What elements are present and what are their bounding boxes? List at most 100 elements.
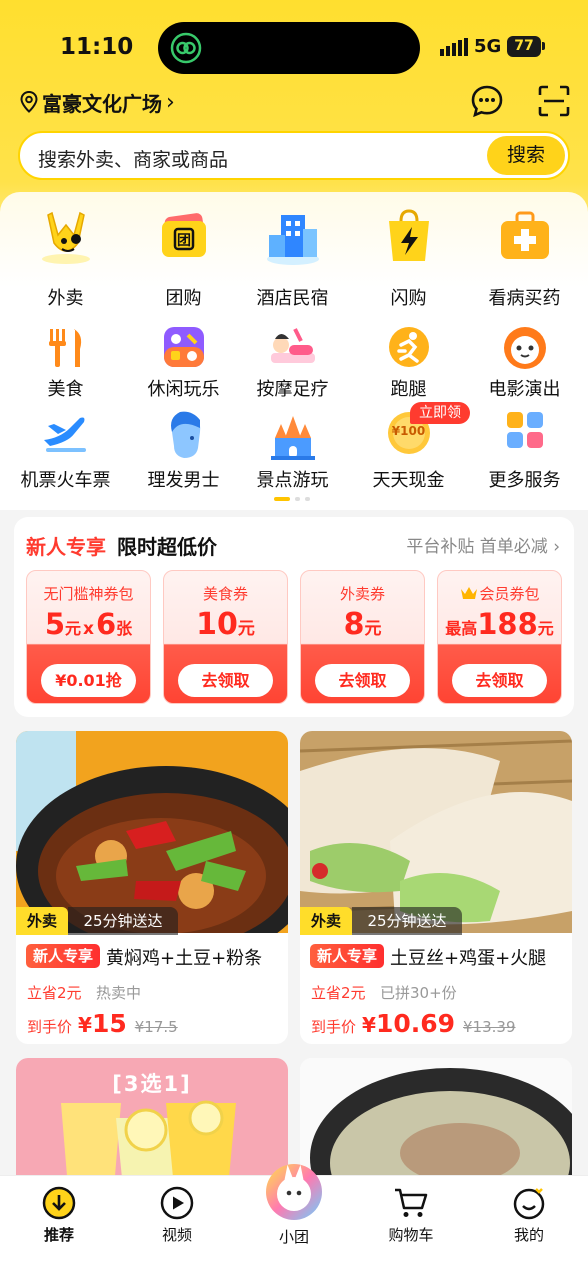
coupon-value: 10元 xyxy=(164,607,287,642)
feed-card[interactable] xyxy=(300,1058,572,1188)
coupon-amount: 8 xyxy=(343,607,365,642)
coupon-amount: 5 xyxy=(44,607,65,641)
medicine-icon xyxy=(495,207,555,271)
saving-text: 立省2元 xyxy=(27,984,82,1002)
category-movie[interactable]: 电影演出 xyxy=(466,325,583,401)
search-bar[interactable]: 搜索外卖、商家或商品 搜索 xyxy=(18,131,570,180)
promo-more-link[interactable]: 平台补贴 首单必减 › xyxy=(406,532,560,557)
promo-title-red: 新人专享 xyxy=(26,535,106,559)
status-time: 11:10 xyxy=(60,34,134,60)
video-icon xyxy=(160,1186,194,1220)
coupon-unit: 元 xyxy=(364,619,382,639)
category-leisure[interactable]: 休闲玩乐 xyxy=(125,325,242,401)
tab-label: 小团 xyxy=(278,1228,309,1246)
promo-more-text: 平台补贴 首单必减 xyxy=(406,537,548,557)
coupon-unit: 元 xyxy=(537,619,554,638)
category-label: 按摩足疗 xyxy=(256,379,329,400)
tab-cart[interactable]: 购物车 xyxy=(371,1186,451,1245)
category-takeout-mascot[interactable]: 外卖 xyxy=(7,207,124,310)
coupon-claim-button[interactable]: 去领取 xyxy=(315,664,410,697)
delivery-type-tag: 外卖 xyxy=(300,907,352,935)
cart-icon xyxy=(395,1188,428,1217)
coupon-card[interactable]: 无门槛神券包 5元 x6张 ¥0.01抢 xyxy=(26,570,151,704)
delivery-time-tag: 25分钟送达 xyxy=(68,907,178,935)
tab-profile[interactable]: 我的 xyxy=(489,1186,569,1245)
sales-status: 已拼30+份 xyxy=(380,984,457,1002)
coupon-claim-button[interactable]: 去领取 xyxy=(178,664,273,697)
scan-icon[interactable] xyxy=(537,84,571,118)
signal-icon xyxy=(440,38,468,56)
battery-level: 77 xyxy=(507,36,541,57)
coupon-unit: 元 xyxy=(65,619,82,638)
category-flight[interactable]: 机票火车票 xyxy=(7,410,124,492)
tab-recommend[interactable]: 推荐 xyxy=(19,1186,99,1245)
category-haircut[interactable]: 理发男士 xyxy=(125,410,242,492)
coupon-amount: 10 xyxy=(196,607,238,642)
tab-label: 购物车 xyxy=(388,1226,434,1244)
category-food[interactable]: 美食 xyxy=(7,325,124,401)
coupon-title: 外卖券 xyxy=(339,585,385,603)
category-label: 天天现金 xyxy=(372,470,445,491)
newbie-badge: 新人专享 xyxy=(26,944,100,968)
takeout-mascot-icon xyxy=(36,207,96,271)
message-icon[interactable] xyxy=(470,84,504,118)
category-errand[interactable]: 跑腿 xyxy=(350,325,467,401)
bundle-overlay: [3选1] xyxy=(112,1072,192,1096)
delivery-type-tag: 外卖 xyxy=(16,907,68,935)
category-flash-buy[interactable]: 闪购 xyxy=(350,207,467,310)
location-selector[interactable]: 富豪文化广场 › xyxy=(20,89,175,116)
xiaotuan-mascot-icon xyxy=(266,1164,322,1220)
attraction-icon xyxy=(267,410,319,466)
search-input[interactable]: 搜索外卖、商家或商品 xyxy=(38,145,228,172)
more-services-icon xyxy=(505,410,545,454)
coupon-title: 美食券 xyxy=(202,585,248,603)
page-dot xyxy=(305,497,310,501)
coupon-grab-button[interactable]: ¥0.01抢 xyxy=(41,664,136,697)
cash-claim-badge[interactable]: 立即领 xyxy=(410,402,470,424)
coupon-card[interactable]: 外卖券 8元 去领取 xyxy=(300,570,425,704)
status-bar: 11:10 5G 77 xyxy=(0,0,588,90)
category-massage[interactable]: 按摩足疗 xyxy=(234,325,351,401)
category-label: 美食 xyxy=(47,379,84,400)
category-medicine[interactable]: 看病买药 xyxy=(466,207,583,310)
search-button[interactable]: 搜索 xyxy=(487,136,565,175)
price-currency: ¥ xyxy=(78,1013,92,1037)
tab-video[interactable]: 视频 xyxy=(137,1186,217,1245)
feed-card[interactable]: 外卖 25分钟送达 新人专享 土豆丝+鸡蛋+火腿 立省2元 已拼30+份 到手价… xyxy=(300,731,572,1044)
coupon-claim-button[interactable]: 去领取 xyxy=(452,664,547,697)
feed-card[interactable]: 外卖 25分钟送达 新人专享 黄焖鸡+土豆+粉条 立省2元 热卖中 到手价 ¥15… xyxy=(16,731,288,1044)
category-label: 更多服务 xyxy=(488,470,561,491)
category-hotel[interactable]: 酒店民宿 xyxy=(234,207,351,310)
category-label: 理发男士 xyxy=(147,470,220,491)
category-more-services[interactable]: 更多服务 xyxy=(466,410,583,492)
coupon-title-text: 会员券包 xyxy=(479,585,540,603)
leisure-icon xyxy=(162,325,206,373)
category-group-buy[interactable]: 团团购 xyxy=(125,207,242,310)
newbie-promo-panel: 新人专享 限时超低价 平台补贴 首单必减 › 无门槛神券包 5元 x6张 ¥0.0… xyxy=(14,517,574,717)
original-price: ¥13.39 xyxy=(463,1018,516,1036)
coupon-card[interactable]: 会员券包 最高188元 去领取 xyxy=(437,570,562,704)
tab-label: 推荐 xyxy=(43,1226,74,1244)
coupon-value: 8元 xyxy=(301,607,424,642)
errand-icon xyxy=(387,325,431,373)
coupon-amount: 188 xyxy=(477,607,538,641)
coupon-card[interactable]: 美食券 10元 去领取 xyxy=(163,570,288,704)
price-currency: ¥ xyxy=(362,1013,376,1037)
promo-title: 限时超低价 xyxy=(117,535,217,559)
food-image xyxy=(300,731,572,933)
group-buy-icon: 团 xyxy=(154,207,214,271)
category-attraction[interactable]: 景点游玩 xyxy=(234,410,351,492)
tab-label: 我的 xyxy=(513,1226,544,1244)
sales-status: 热卖中 xyxy=(96,984,142,1002)
category-label: 酒店民宿 xyxy=(256,288,329,309)
tab-label: 视频 xyxy=(161,1226,192,1244)
category-label: 外卖 xyxy=(47,288,84,309)
saving-text: 立省2元 xyxy=(311,984,366,1002)
coupon-title: 无门槛神券包 xyxy=(43,585,134,603)
coupon-unit: 元 xyxy=(237,619,255,639)
tab-xiaotuan[interactable]: 小团 xyxy=(254,1162,334,1247)
feed-card[interactable]: [3选1] xyxy=(16,1058,288,1188)
cash-coin-text: ¥100 xyxy=(391,424,426,438)
coupon-value: 最高188元 xyxy=(438,607,561,641)
food-icon xyxy=(44,325,88,373)
